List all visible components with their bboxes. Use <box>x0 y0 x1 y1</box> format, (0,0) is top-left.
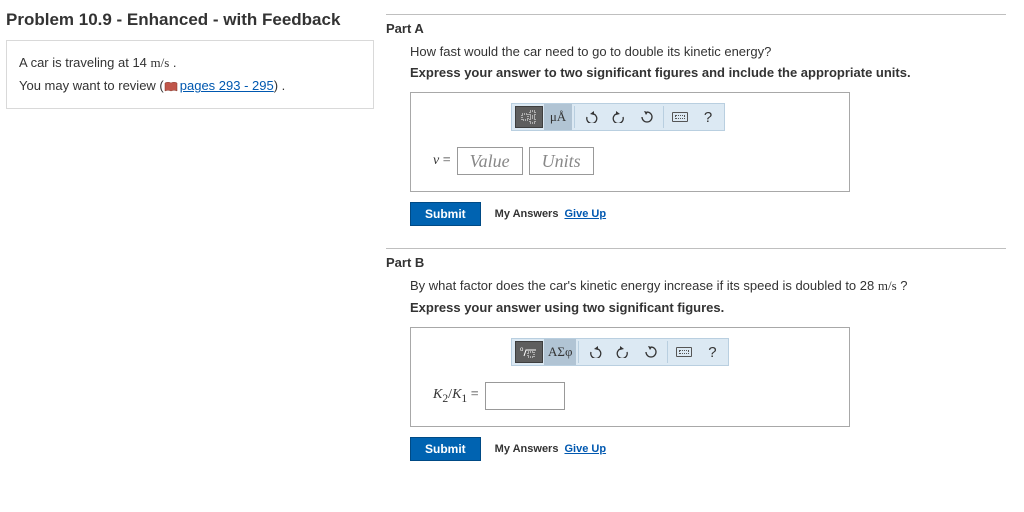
toolbar-separator <box>663 106 664 128</box>
templates-button[interactable]: o <box>515 341 543 363</box>
keyboard-icon[interactable] <box>670 339 698 365</box>
my-answers-link[interactable]: My Answers <box>495 443 559 455</box>
help-icon[interactable]: ? <box>694 104 722 130</box>
undo-icon[interactable] <box>581 339 609 365</box>
part-a-answer-area: μÅ ? v = Value Units <box>410 92 850 192</box>
templates-button[interactable] <box>515 106 543 128</box>
value-input[interactable]: Value <box>457 147 523 175</box>
part-a-header: Part A <box>386 21 1006 36</box>
review-text: You may want to review ( <box>19 78 164 93</box>
review-link[interactable]: pages 293 - 295 <box>180 78 274 93</box>
part-a-instructions: Express your answer to two significant f… <box>410 65 1006 80</box>
my-answers-link[interactable]: My Answers <box>495 208 559 220</box>
ratio-input[interactable] <box>485 382 565 410</box>
submit-button[interactable]: Submit <box>410 437 481 461</box>
unit-text: m/s <box>151 55 170 70</box>
units-input[interactable]: Units <box>529 147 594 175</box>
toolbar-separator <box>578 341 579 363</box>
review-text: ) . <box>274 78 286 93</box>
submit-button[interactable]: Submit <box>410 202 481 226</box>
part-a-toolbar: μÅ ? <box>511 103 725 131</box>
reset-icon[interactable] <box>633 104 661 130</box>
part-b-header: Part B <box>386 255 1006 270</box>
problem-statement: A car is traveling at 14 m/s . You may w… <box>6 40 374 109</box>
greek-button[interactable]: ΑΣφ <box>544 339 576 365</box>
part-b-question: By what factor does the car's kinetic en… <box>410 278 1006 294</box>
ratio-label: K2/K1 = <box>433 387 479 405</box>
variable-label: v = <box>433 153 451 169</box>
redo-icon[interactable] <box>609 339 637 365</box>
part-b-toolbar: o ΑΣφ ? <box>511 338 729 366</box>
help-icon[interactable]: ? <box>698 339 726 365</box>
divider <box>386 248 1006 249</box>
toolbar-separator <box>574 106 575 128</box>
undo-icon[interactable] <box>577 104 605 130</box>
part-a-question: How fast would the car need to go to dou… <box>410 44 1006 59</box>
problem-text: A car is traveling at 14 <box>19 55 151 70</box>
give-up-link[interactable]: Give Up <box>564 208 606 220</box>
divider <box>386 14 1006 15</box>
units-button[interactable]: μÅ <box>544 104 572 130</box>
part-b-answer-area: o ΑΣφ ? K2/K1 = <box>410 327 850 427</box>
keyboard-icon[interactable] <box>666 104 694 130</box>
svg-text:o: o <box>520 347 524 353</box>
problem-text: . <box>169 55 176 70</box>
problem-title: Problem 10.9 - Enhanced - with Feedback <box>6 10 374 30</box>
book-icon <box>164 82 178 92</box>
toolbar-separator <box>667 341 668 363</box>
reset-icon[interactable] <box>637 339 665 365</box>
part-b-instructions: Express your answer using two significan… <box>410 300 1006 315</box>
redo-icon[interactable] <box>605 104 633 130</box>
give-up-link[interactable]: Give Up <box>564 443 606 455</box>
